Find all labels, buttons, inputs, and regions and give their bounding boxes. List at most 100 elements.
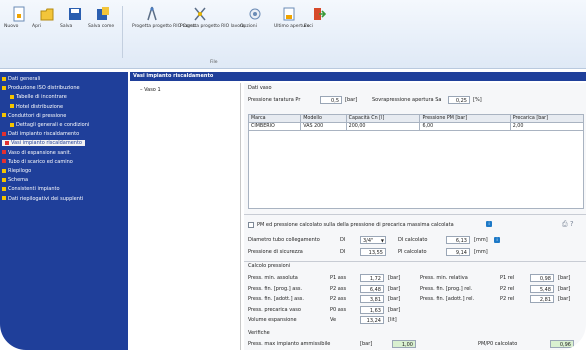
sidebar-item[interactable]: Tubo di scarico ed camino	[2, 159, 73, 165]
column-header[interactable]: Capacità Cn [l]	[345, 114, 421, 123]
design-work-button[interactable]: Progetta progetto RIO lavoro	[180, 6, 245, 29]
pressione-unit: [bar]	[388, 275, 401, 281]
pressione-sic-field[interactable]: 13,55	[360, 248, 386, 256]
save-as-icon	[97, 7, 109, 20]
app-window: Nuovo Apri Salva Salva come Progetta pro…	[0, 0, 586, 350]
diametro-select[interactable]: 3/4" ▼	[360, 236, 386, 244]
save-as-button[interactable]: Salva come	[88, 6, 118, 29]
tree-collapse-icon[interactable]: –	[140, 87, 143, 93]
pressione-value: 5,48	[530, 284, 554, 293]
sidebar-item[interactable]: Consistenti impianto	[2, 186, 60, 192]
recent-icon	[283, 7, 295, 21]
sidebar-item[interactable]: Dati riepilogativi dei supplenti	[2, 196, 83, 202]
diametro-calc-label: DI calcolato	[398, 237, 428, 243]
sidebar-item[interactable]: Vaso di espansione sanit.	[2, 150, 71, 156]
new-button[interactable]: Nuovo	[4, 6, 34, 29]
recent-button[interactable]: Ultimo aperture	[274, 6, 310, 29]
new-doc-icon	[13, 6, 25, 22]
sidebar-item[interactable]: Dati impianto riscaldamento	[2, 131, 79, 137]
info-icon[interactable]: i	[486, 221, 492, 227]
column-header[interactable]: Pressione PM [bar]	[419, 114, 511, 123]
sidebar-item[interactable]: Produzione ISO distribuzione	[2, 85, 80, 91]
apertura-field[interactable]: 0,25	[448, 96, 470, 104]
open-button[interactable]: Apri	[32, 6, 62, 29]
bullet-icon	[2, 131, 6, 136]
verifica-right-label: PM/P0 calcolato	[478, 341, 518, 347]
sidebar-item-label: Tubo di scarico ed camino	[8, 158, 73, 165]
sidebar-item[interactable]: Hotel distribuzione	[10, 104, 63, 110]
sidebar-item[interactable]: Schema	[2, 177, 28, 183]
pressione-sic-label: Pressione di sicurezza	[248, 249, 303, 255]
bullet-icon	[2, 159, 6, 164]
sidebar-item-label: Dati impianto riscaldamento	[8, 131, 80, 138]
sidebar-item-label: Produzione ISO distribuzione	[8, 85, 80, 92]
table-cell: 6,00	[419, 122, 511, 131]
pressione-sic-symbol: DI	[340, 249, 346, 255]
pressione-value: 2,81	[530, 295, 554, 303]
column-header[interactable]: Modello	[300, 114, 347, 123]
bullet-icon	[2, 177, 6, 182]
table-cell: CIMBERIO	[247, 122, 302, 131]
verifica-right-field: 0,96	[550, 340, 574, 348]
pressione-unit: [bar]	[388, 306, 401, 313]
print-icon[interactable]: ⎙ ?	[562, 220, 574, 229]
sidebar-item-label: Dati generali	[8, 76, 41, 82]
exit-button[interactable]: Esci	[304, 6, 334, 29]
page-title: Vasi impianto riscaldamento	[130, 72, 586, 81]
sidebar-item[interactable]: Dettagli generali e condizioni	[10, 122, 89, 128]
pressione-symbol: P1 ass	[330, 275, 347, 281]
pressione-symbol: P2 ass	[330, 285, 347, 292]
bullet-icon	[10, 94, 14, 99]
pressione-value: 6,48	[360, 284, 384, 293]
pm-checkbox[interactable]	[248, 222, 254, 228]
options-button[interactable]: Opzioni	[240, 6, 270, 29]
pressione-symbol: P2 ass	[330, 296, 347, 302]
precarica-field[interactable]: 0,5	[320, 96, 342, 104]
precarica-unit: [bar]	[345, 97, 358, 103]
pressione-unit: [bar]	[558, 275, 571, 281]
bullet-icon	[2, 150, 6, 155]
bullet-icon	[2, 196, 6, 201]
diametro-symbol: DI	[340, 237, 346, 243]
pressione-unit: [bar]	[388, 285, 401, 292]
pressione-calc-label: PI calcolato	[398, 249, 427, 255]
table-cell: 2,00	[509, 122, 585, 131]
sidebar-item-label: Hotel distribuzione	[16, 103, 64, 110]
bullet-icon	[10, 122, 14, 127]
bullet-icon	[2, 113, 6, 118]
table-body: CIMBERIO VAS 200 200,00 6,00 2,00	[247, 122, 585, 131]
verifiche-heading: Verifiche	[248, 330, 270, 336]
table-cell: VAS 200	[300, 122, 347, 131]
table-row[interactable]: CIMBERIO VAS 200 200,00 6,00 2,00	[247, 122, 585, 131]
save-button[interactable]: Salva	[60, 6, 90, 29]
pressione-value: 1,72	[360, 274, 384, 282]
pressione-value: 0,98	[530, 274, 554, 282]
info-icon[interactable]: i	[494, 237, 500, 243]
sidebar-item[interactable]: Dati generali	[2, 76, 40, 82]
pressione-label: Press. min. assoluta	[248, 275, 298, 281]
design-project-button[interactable]: Progetta progetto RIO Corso	[132, 6, 195, 29]
divider	[244, 214, 586, 215]
pressione-label: Press. fin. [prog.] rel.	[420, 285, 473, 292]
pressione-symbol: P2 rel	[500, 285, 515, 292]
sidebar-item-label: Conduttori di pressione	[8, 112, 67, 119]
open-folder-icon	[40, 8, 54, 21]
sidebar-item-label: Tabelle di incontrare	[16, 94, 67, 101]
pressione-label: Volume espansione	[248, 317, 297, 323]
sidebar-item[interactable]: Vasi impianto riscaldamento	[2, 140, 85, 147]
bullet-icon	[2, 76, 6, 81]
column-header[interactable]: Precarica [bar]	[509, 114, 585, 123]
vessel-table: Marca Modello Capacità Cn [l] Pressione PM …	[247, 114, 585, 131]
bullet-icon	[2, 85, 6, 90]
diametro-unit: [mm]	[474, 237, 488, 243]
ribbon-toolbar: Nuovo Apri Salva Salva come Progetta pro…	[0, 0, 586, 69]
column-header[interactable]: Marca	[247, 114, 302, 123]
sidebar-item[interactable]: Riepilogo	[2, 168, 31, 174]
tree-node[interactable]: – Vaso 1	[140, 87, 161, 93]
tree-panel: – Vaso 1	[130, 83, 241, 350]
bullet-icon	[10, 104, 14, 109]
ribbon-group-label: File	[210, 60, 218, 65]
sidebar-item[interactable]: Conduttori di pressione	[2, 113, 66, 119]
verifica-unit: [bar]	[360, 341, 373, 347]
sidebar-item[interactable]: Tabelle di incontrare	[10, 94, 67, 100]
